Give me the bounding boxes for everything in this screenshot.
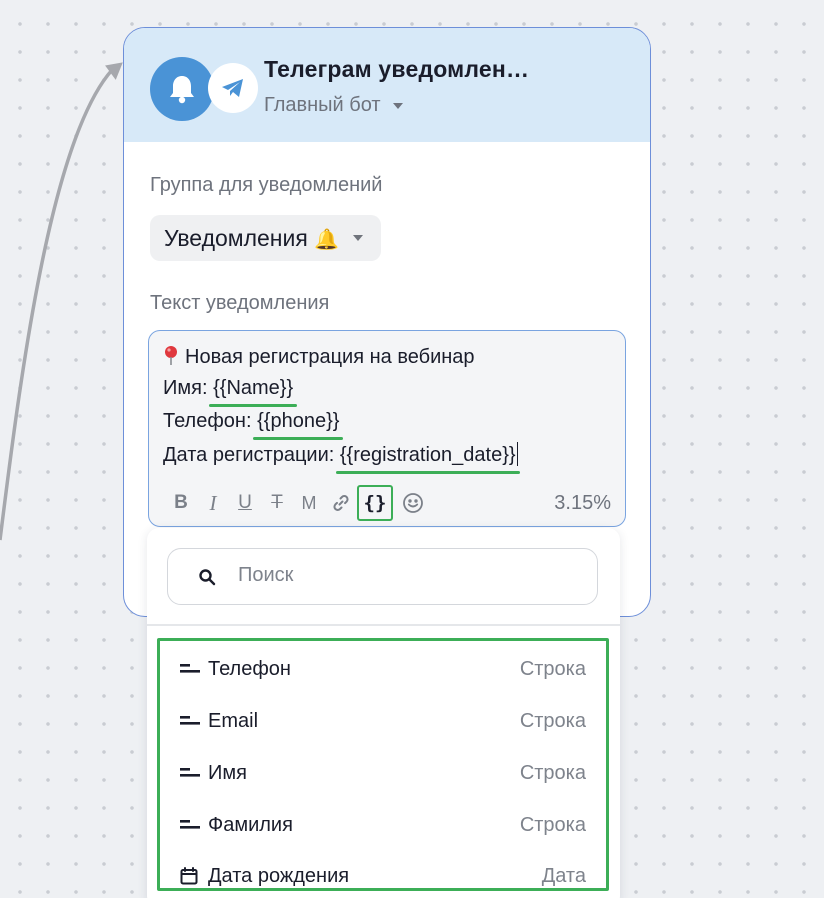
emoji-icon[interactable] [397, 487, 429, 519]
variable-token-registration-date[interactable]: {{registration_date}} [335, 444, 520, 474]
variables-list: Телефон Строка Email Строка Имя Строка Ф… [157, 638, 609, 891]
list-item[interactable]: Фамилия Строка [180, 805, 586, 845]
underline-button[interactable]: U [229, 487, 261, 519]
bot-selector[interactable]: Главный бот [264, 94, 403, 117]
group-select[interactable]: Уведомления 🔔 [150, 215, 382, 261]
variable-token-name[interactable]: {{Name}} [209, 377, 298, 407]
search-box[interactable] [167, 548, 598, 605]
node-header: Телеграм уведомлен… Главный бот [124, 28, 650, 142]
text-field-icon [180, 820, 204, 830]
divider [147, 624, 620, 626]
strikethrough-button[interactable]: T [261, 487, 293, 519]
message-editor[interactable]: Новая регистрация на вебинар Имя: {{Name… [148, 330, 626, 527]
list-item[interactable]: Email Строка [180, 701, 586, 741]
connection-edge [0, 62, 123, 541]
chevron-down-icon [392, 102, 403, 109]
variable-name: Телефон [208, 657, 291, 680]
variable-name: Имя [208, 761, 247, 784]
message-label: Текст уведомления [150, 292, 330, 314]
search-icon [198, 568, 216, 591]
list-item[interactable]: Дата рождения Дата [180, 856, 586, 896]
pin-icon [163, 345, 179, 371]
message-line-2: Имя: {{Name}} [163, 377, 298, 407]
message-line-1: Новая регистрация на вебинар [163, 345, 475, 371]
calendar-icon [180, 867, 204, 885]
text-field-icon [180, 768, 204, 778]
link-icon[interactable] [325, 487, 357, 519]
variables-dropdown: Телефон Строка Email Строка Имя Строка Ф… [147, 528, 620, 898]
text-field-icon [180, 664, 204, 674]
list-item[interactable]: Телефон Строка [180, 649, 586, 689]
variable-type: Строка [519, 761, 586, 784]
search-input[interactable] [238, 564, 568, 587]
chevron-down-icon [353, 235, 364, 241]
message-line-4: Дата регистрации: {{registration_date}} [163, 442, 520, 474]
bell-emoji-icon: 🔔 [314, 228, 340, 251]
italic-button[interactable]: I [197, 487, 229, 519]
character-usage-percent: 3.15% [554, 491, 611, 514]
message-line-3: Телефон: {{phone}} [163, 410, 344, 440]
variable-type: Дата [541, 864, 586, 887]
variable-name: Email [208, 709, 259, 732]
group-value: Уведомления [164, 224, 308, 251]
monospace-button[interactable]: M [293, 487, 325, 519]
node-title: Телеграм уведомлен… [264, 56, 530, 82]
group-label: Группа для уведомлений [150, 174, 383, 196]
telegram-icon [208, 63, 258, 113]
variable-name: Фамилия [208, 813, 293, 836]
text-field-icon [180, 716, 204, 726]
text-cursor [516, 442, 519, 466]
variable-type: Строка [519, 709, 586, 732]
bell-icon [150, 57, 214, 121]
variable-type: Строка [519, 813, 586, 836]
variables-button[interactable]: {} [357, 485, 393, 521]
variable-token-phone[interactable]: {{phone}} [253, 410, 344, 440]
list-item[interactable]: Имя Строка [180, 753, 586, 793]
formatting-toolbar: B I U T M {} 3.15% [165, 485, 611, 521]
bot-name: Главный бот [264, 94, 381, 116]
bold-button[interactable]: B [165, 487, 197, 519]
variable-name: Дата рождения [208, 864, 350, 887]
variable-type: Строка [519, 657, 586, 680]
